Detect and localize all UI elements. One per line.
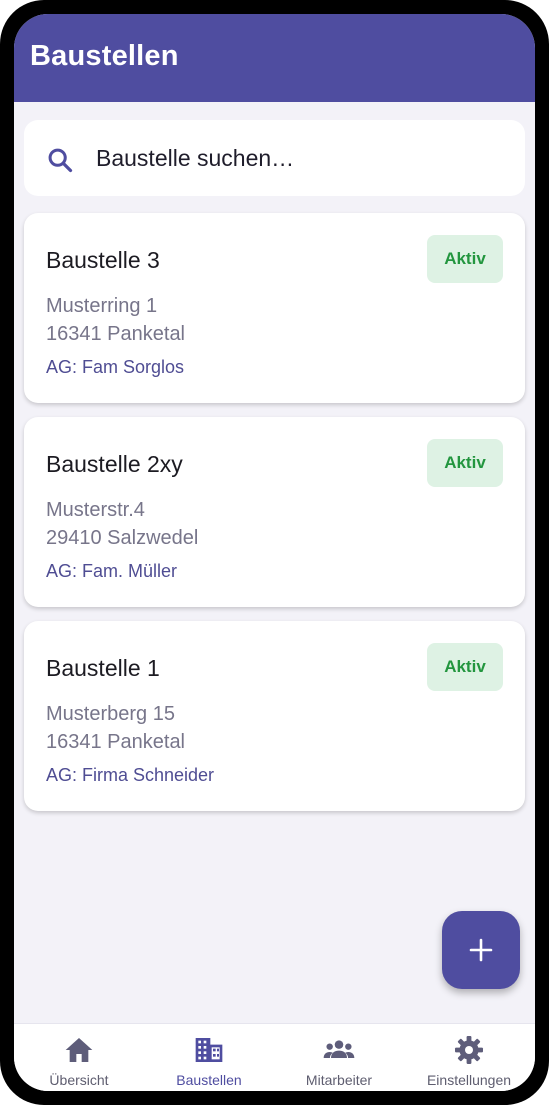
- site-client: AG: Firma Schneider: [46, 765, 215, 785]
- nav-item-uebersicht[interactable]: Übersicht: [14, 1024, 144, 1091]
- site-name: Baustelle 2xy: [46, 451, 183, 477]
- site-client: AG: Fam Sorglos: [46, 357, 185, 377]
- nav-item-einstellungen[interactable]: Einstellungen: [404, 1024, 534, 1091]
- site-card[interactable]: Baustelle 1 Aktiv Musterberg 15 16341 Pa…: [24, 621, 525, 811]
- nav-label: Übersicht: [49, 1072, 109, 1088]
- device-frame: Baustellen Baustelle 3 Aktiv Musterring …: [0, 0, 549, 1105]
- home-icon: [65, 1038, 93, 1062]
- nav-label: Baustellen: [176, 1072, 242, 1088]
- status-badge: Aktiv: [427, 235, 503, 283]
- site-street: Musterstr.4: [46, 499, 145, 521]
- app-screen: Baustellen Baustelle 3 Aktiv Musterring …: [14, 14, 535, 1091]
- app-bar: Baustellen: [14, 14, 535, 102]
- bottom-navigation: Übersicht Baustellen Mitarbeiter Einstel…: [14, 1023, 535, 1091]
- gear-icon: [455, 1036, 483, 1064]
- site-city: 16341 Panketal: [46, 731, 186, 753]
- site-city: 16341 Panketal: [46, 323, 186, 345]
- nav-label: Mitarbeiter: [305, 1072, 373, 1088]
- status-badge: Aktiv: [427, 439, 503, 487]
- site-card[interactable]: Baustelle 2xy Aktiv Musterstr.4 29410 Sa…: [24, 417, 525, 607]
- nav-item-baustellen[interactable]: Baustellen: [144, 1024, 274, 1091]
- site-name: Baustelle 1: [46, 655, 160, 681]
- nav-item-mitarbeiter[interactable]: Mitarbeiter: [274, 1024, 404, 1091]
- building-icon: [195, 1038, 223, 1062]
- plus-icon: [469, 938, 493, 962]
- people-icon: [323, 1040, 355, 1058]
- search-input[interactable]: [96, 138, 506, 178]
- nav-label: Einstellungen: [426, 1072, 512, 1088]
- site-city: 29410 Salzwedel: [46, 527, 199, 549]
- add-site-button[interactable]: [442, 911, 520, 989]
- site-name: Baustelle 3: [46, 247, 160, 273]
- status-badge: Aktiv: [427, 643, 503, 691]
- site-street: Musterring 1: [46, 295, 158, 317]
- page-title: Baustellen: [30, 40, 179, 72]
- site-client: AG: Fam. Müller: [46, 561, 178, 581]
- site-card[interactable]: Baustelle 3 Aktiv Musterring 1 16341 Pan…: [24, 213, 525, 403]
- search-bar[interactable]: [24, 120, 525, 196]
- search-icon: [48, 148, 73, 173]
- site-street: Musterberg 15: [46, 703, 175, 725]
